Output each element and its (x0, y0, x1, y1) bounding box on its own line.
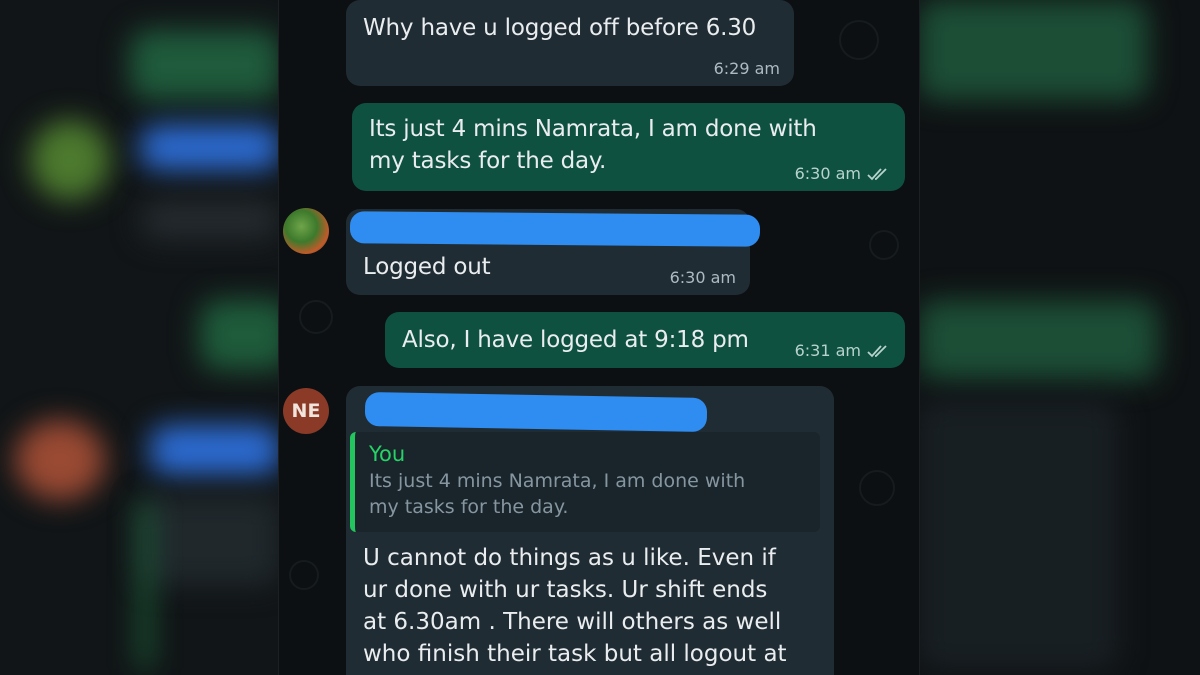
blurred-background-right (918, 0, 1200, 675)
wallpaper-doodle (859, 470, 895, 506)
message-text-line: who finish their task but all logout at (363, 641, 787, 667)
double-check-icon (867, 167, 887, 180)
quoted-text-line: my tasks for the day. (369, 496, 569, 518)
message-text: Also, I have logged at 9:18 pm (402, 327, 749, 353)
message-text-line: U cannot do things as u like. Even if (363, 545, 776, 571)
sender-avatar-initials[interactable]: NE (283, 388, 329, 434)
message-text: Logged out (363, 254, 491, 280)
message-bubble-outgoing[interactable]: Its just 4 mins Namrata, I am done with … (352, 103, 905, 191)
message-bubble-incoming[interactable]: Why have u logged off before 6.30 6:29 a… (346, 0, 794, 86)
redacted-sender-name (364, 392, 708, 432)
wallpaper-doodle (289, 560, 319, 590)
message-time: 6:29 am (713, 59, 780, 78)
double-check-icon (867, 344, 887, 357)
message-time: 6:30 am (669, 268, 736, 287)
message-bubble-outgoing[interactable]: Also, I have logged at 9:18 pm 6:31 am (385, 312, 905, 368)
message-timestamp: 6:29 am (714, 59, 780, 78)
message-time: 6:30 am (794, 164, 861, 183)
sender-avatar[interactable] (283, 208, 329, 254)
redacted-sender-name (349, 211, 761, 247)
quoted-reply[interactable]: You Its just 4 mins Namrata, I am done w… (350, 432, 820, 532)
wallpaper-doodle (299, 300, 333, 334)
message-text: Why have u logged off before 6.30 (363, 15, 757, 41)
quoted-author: You (369, 442, 406, 466)
message-text-line: my tasks for the day. (369, 148, 607, 174)
message-text-line: ur done with ur tasks. Ur shift ends (363, 577, 768, 603)
message-time: 6:31 am (794, 341, 861, 360)
wallpaper-doodle (869, 230, 899, 260)
message-text-line: at 6.30am . There will others as well (363, 609, 782, 635)
avatar-initials: NE (291, 400, 321, 422)
message-text: U cannot do things as u like. Even if ur… (363, 542, 823, 670)
message-timestamp: 6:30 am (795, 164, 891, 183)
message-text-line: Its just 4 mins Namrata, I am done with (369, 116, 817, 142)
blurred-background-left (0, 0, 278, 675)
message-timestamp: 6:30 am (670, 268, 736, 287)
message-timestamp: 6:31 am (795, 341, 891, 360)
quoted-text-line: Its just 4 mins Namrata, I am done with (369, 470, 746, 492)
wallpaper-doodle (839, 20, 879, 60)
